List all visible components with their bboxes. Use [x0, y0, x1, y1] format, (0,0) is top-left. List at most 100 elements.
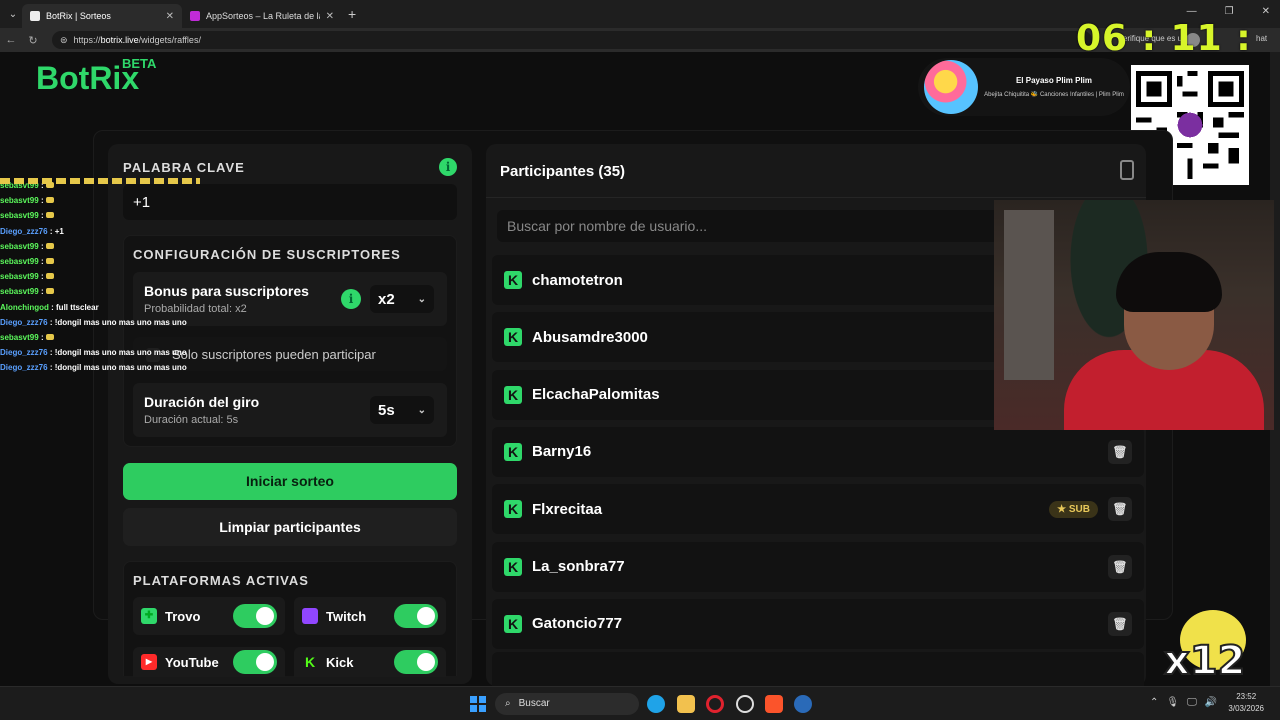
copy-icon[interactable] [1120, 160, 1134, 180]
bonus-info-icon[interactable]: i [341, 289, 361, 309]
tab-appsorteos[interactable]: AppSorteos – La Ruleta de la Suerte ✕ [182, 4, 342, 28]
start-raffle-button[interactable]: Iniciar sorteo [123, 463, 457, 500]
chat-username: sebasvt99 [0, 287, 39, 297]
minimize-icon[interactable]: — [1187, 6, 1197, 17]
emote-icon [45, 273, 54, 280]
file-explorer-icon[interactable] [677, 695, 695, 713]
chat-username: sebasvt99 [0, 272, 39, 282]
participant-row: K Flxrecitaa ★ SUB 🗑 [492, 484, 1144, 535]
participant-name: Gatoncio777 [532, 615, 623, 633]
kick-icon: K [504, 442, 522, 461]
delete-participant-button[interactable]: 🗑 [1108, 611, 1132, 636]
chat-text: : [40, 287, 44, 297]
chat-text: : [40, 333, 44, 343]
platform-name: Twitch [326, 608, 367, 624]
tab-label: AppSorteos – La Ruleta de la Suerte [206, 11, 320, 21]
participant-name: Barny16 [532, 443, 592, 461]
chat-message: sebasvt99 : [0, 330, 200, 345]
chat-text: : +1 [49, 226, 64, 236]
bonus-select-value: x2 [378, 291, 395, 308]
taskbar-clock[interactable]: 23:52 3/03/2026 [1228, 691, 1264, 715]
chat-text: : full ttsclear [51, 302, 99, 312]
back-icon[interactable]: ← [0, 34, 22, 46]
participant-row: K Barny16 🗑 [492, 426, 1144, 477]
botrix-favicon-icon [30, 11, 40, 21]
brave-icon[interactable] [765, 695, 783, 713]
chat-text: : [40, 257, 44, 267]
kick-icon: K [504, 557, 522, 576]
participant-search-input[interactable]: Buscar por nombre de usuario... [497, 210, 1057, 242]
chat-username: sebasvt99 [0, 257, 39, 267]
youtube-toggle[interactable] [233, 650, 277, 674]
youtube-icon: ▶ [141, 654, 157, 670]
chevron-down-icon: ⌄ [417, 294, 426, 305]
emote-icon [45, 334, 54, 341]
chat-text: : [40, 211, 44, 221]
delete-participant-button[interactable]: 🗑 [1108, 497, 1132, 522]
windows-start-icon[interactable] [470, 696, 486, 712]
duration-label: Duración del giro [144, 394, 260, 410]
duration-current: Duración actual: 5s [144, 414, 239, 426]
tab-botrix[interactable]: BotRix | Sorteos ✕ [22, 4, 182, 28]
url-input[interactable]: ⊜ https://botrix.live/widgets/raffles/ [52, 31, 1092, 49]
participant-row: K La_sonbra77 🗑 [492, 541, 1144, 592]
kick-icon: K [302, 654, 318, 670]
chat-text: : !dongil mas uno mas uno mas uno [49, 348, 187, 358]
chevron-down-icon: ⌄ [417, 405, 426, 416]
emote-icon [45, 288, 54, 295]
clear-participants-button[interactable]: Limpiar participantes [123, 508, 457, 546]
participant-row: K Gatoncio777 🗑 [492, 598, 1144, 649]
participants-divider [486, 197, 1146, 198]
chat-text: : !dongil mas uno mas uno mas uno [49, 363, 187, 373]
reload-icon[interactable]: ↻ [22, 34, 44, 47]
maximize-icon[interactable]: ❐ [1225, 6, 1234, 17]
duration-select-value: 5s [378, 402, 395, 419]
edge-icon[interactable] [647, 695, 665, 713]
site-info-icon[interactable]: ⊜ [60, 35, 68, 46]
star-icon: ★ [1057, 503, 1069, 515]
subs-only-label: Solo suscriptores pueden participar [172, 347, 376, 362]
chat-message: Diego_zzz76 : !dongil mas uno mas uno ma… [0, 360, 200, 375]
close-tab-icon[interactable]: ✕ [326, 11, 334, 22]
chat-username: sebasvt99 [0, 211, 39, 221]
emote-icon [45, 258, 54, 265]
bonus-select[interactable]: x2 ⌄ [370, 285, 434, 313]
url-path: /widgets/raffles/ [138, 35, 201, 45]
close-tab-icon[interactable]: ✕ [166, 11, 174, 22]
kick-icon: K [504, 328, 522, 347]
taskbar-search[interactable]: ⌕ Buscar [495, 693, 639, 715]
sub-badge: ★ SUB [1049, 500, 1098, 518]
delete-participant-button[interactable]: 🗑 [1108, 554, 1132, 579]
emote-icon [45, 242, 54, 249]
delete-participant-button[interactable]: 🗑 [1108, 439, 1132, 464]
new-tab-icon[interactable]: + [348, 6, 356, 22]
participant-row-partial [492, 652, 1144, 686]
chat-username: sebasvt99 [0, 196, 39, 206]
ad-banner[interactable]: El Payaso Plim Plim Abejita Chiquitita 🐝… [918, 58, 1130, 116]
emote-icon [45, 212, 54, 219]
ad-avatar [924, 60, 978, 114]
tab-list-button[interactable]: ⌄ [4, 5, 22, 23]
system-tray-icons[interactable]: ⌃🎙🖵🔊 [1150, 697, 1225, 708]
close-window-icon[interactable]: ✕ [1262, 6, 1270, 17]
chat-message: Diego_zzz76 : !dongil mas uno mas uno ma… [0, 315, 200, 330]
keyword-info-icon[interactable]: i [439, 158, 457, 176]
platform-name: YouTube [165, 654, 219, 670]
url-host: botrix.live [100, 35, 139, 45]
chat-emote-strip [0, 178, 200, 184]
app-icon[interactable] [736, 695, 754, 713]
opera-icon[interactable] [706, 695, 724, 713]
platform-kick: K Kick [294, 647, 446, 677]
chat-message: sebasvt99 : [0, 193, 200, 208]
steam-icon[interactable] [794, 695, 812, 713]
participant-name: La_sonbra77 [532, 558, 625, 575]
appsorteos-favicon-icon [190, 11, 200, 21]
ad-title: El Payaso Plim Plim [1015, 76, 1093, 85]
duration-select[interactable]: 5s ⌄ [370, 396, 434, 424]
emote-icon [45, 197, 54, 204]
twitch-toggle[interactable] [394, 604, 438, 628]
multiplier-label: x12 [1163, 637, 1246, 685]
trovo-toggle[interactable] [233, 604, 277, 628]
kick-toggle[interactable] [394, 650, 438, 674]
platforms-title: PLATAFORMAS ACTIVAS [133, 573, 309, 588]
